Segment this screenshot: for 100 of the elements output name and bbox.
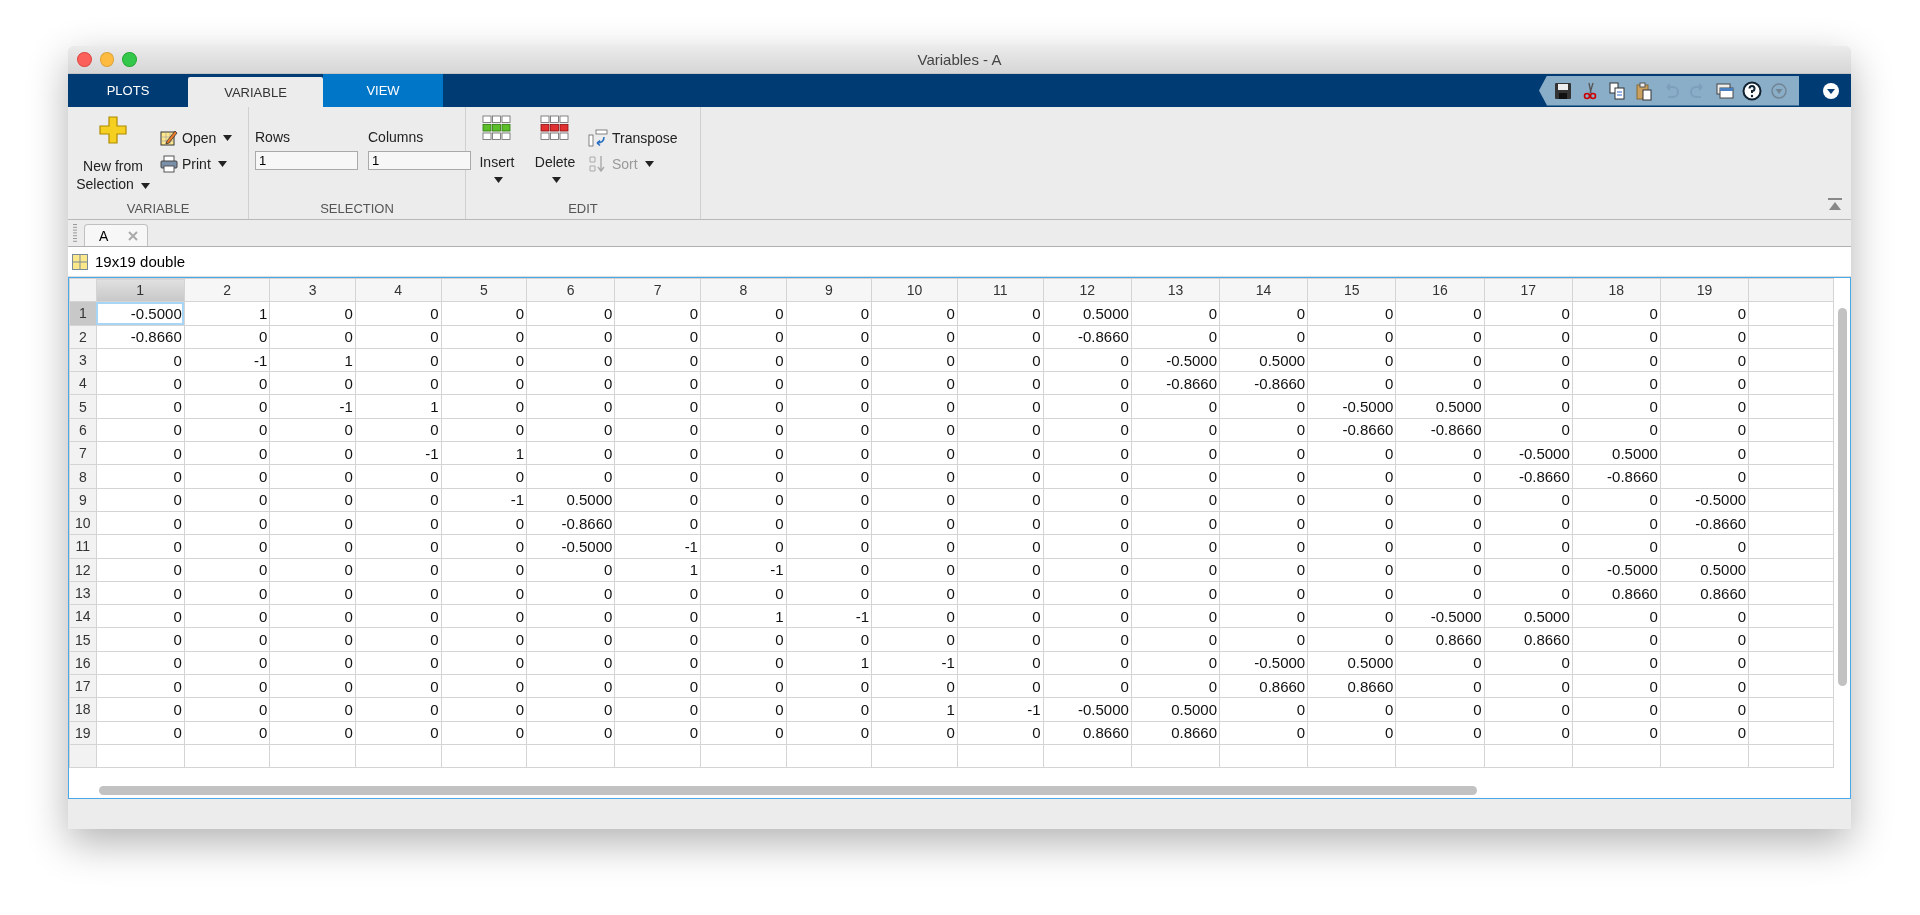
table-cell[interactable]: 0 xyxy=(1572,488,1661,512)
table-cell[interactable]: 0 xyxy=(1484,371,1573,395)
table-cell[interactable]: 0 xyxy=(1660,371,1749,395)
table-cell[interactable]: 0 xyxy=(1572,721,1661,745)
table-cell[interactable]: 0 xyxy=(1043,604,1132,628)
table-cell[interactable]: 0 xyxy=(957,534,1044,559)
open-button[interactable]: Open xyxy=(160,129,233,147)
table-cell[interactable]: 0 xyxy=(184,674,270,698)
table-cell[interactable]: 0 xyxy=(1043,674,1132,698)
table-cell[interactable]: 1 xyxy=(269,348,356,372)
table-cell[interactable]: 0.8660 xyxy=(1395,627,1485,652)
table-cell[interactable]: 0 xyxy=(1043,348,1132,372)
table-cell[interactable]: 0 xyxy=(957,348,1044,372)
vertical-scrollbar[interactable] xyxy=(1838,308,1847,686)
table-cell[interactable]: 0 xyxy=(269,301,356,326)
table-cell[interactable]: 0 xyxy=(700,464,787,489)
table-cell[interactable]: 0 xyxy=(526,464,615,489)
table-cell[interactable]: 0 xyxy=(184,534,270,559)
table-cell[interactable]: 0 xyxy=(1484,674,1573,698)
table-cell[interactable]: 0 xyxy=(614,464,701,489)
column-header[interactable]: 3 xyxy=(269,278,356,302)
table-cell[interactable]: 0 xyxy=(1219,441,1308,465)
window-icon[interactable] xyxy=(1715,80,1735,101)
table-cell[interactable]: 0 xyxy=(700,325,787,349)
table-cell[interactable]: 0 xyxy=(526,558,615,582)
table-cell[interactable]: 0 xyxy=(1307,301,1396,326)
table-cell[interactable]: 0 xyxy=(355,371,442,395)
table-cell[interactable]: 0 xyxy=(184,371,270,395)
table-cell[interactable]: 0 xyxy=(871,464,958,489)
table-cell[interactable]: 0 xyxy=(1395,464,1485,489)
table-cell[interactable]: 0 xyxy=(269,581,356,605)
table-cell[interactable]: 0 xyxy=(871,371,958,395)
table-cell[interactable]: 0 xyxy=(269,558,356,582)
table-cell[interactable]: 0 xyxy=(1572,697,1661,722)
table-cell[interactable]: 0 xyxy=(957,558,1044,582)
table-cell[interactable]: 0 xyxy=(614,348,701,372)
table-cell[interactable]: 0 xyxy=(1484,511,1573,535)
table-cell[interactable]: 0 xyxy=(700,441,787,465)
table-cell[interactable]: 0 xyxy=(96,371,185,395)
table-cell[interactable]: 0 xyxy=(269,697,356,722)
table-cell[interactable]: 0 xyxy=(269,488,356,512)
table-cell[interactable]: 0 xyxy=(184,721,270,745)
table-cell[interactable]: 0 xyxy=(957,418,1044,442)
table-cell[interactable]: 0 xyxy=(614,301,701,326)
table-cell[interactable]: 0 xyxy=(269,371,356,395)
table-cell[interactable]: 0 xyxy=(269,534,356,559)
table-cell[interactable]: 0 xyxy=(96,418,185,442)
table-cell[interactable]: 0 xyxy=(96,651,185,675)
table-cell[interactable]: -0.5000 xyxy=(96,301,185,326)
table-cell[interactable]: 0 xyxy=(786,371,872,395)
table-cell[interactable]: 0 xyxy=(871,418,958,442)
column-header[interactable]: 1 xyxy=(96,278,185,302)
row-header[interactable]: 16 xyxy=(69,651,97,675)
table-cell[interactable]: 0 xyxy=(441,581,527,605)
table-cell[interactable]: 0 xyxy=(1484,418,1573,442)
table-cell[interactable]: 0 xyxy=(441,627,527,652)
table-cell[interactable]: 0 xyxy=(184,325,270,349)
table-cell[interactable]: 0 xyxy=(957,581,1044,605)
table-cell[interactable]: 0 xyxy=(96,558,185,582)
table-cell[interactable]: 0 xyxy=(96,441,185,465)
table-cell[interactable]: 0 xyxy=(441,674,527,698)
row-header[interactable]: 12 xyxy=(69,558,97,582)
table-cell[interactable]: 0 xyxy=(957,301,1044,326)
table-cell[interactable]: 0 xyxy=(526,325,615,349)
table-cell[interactable]: 0 xyxy=(441,464,527,489)
table-cell[interactable]: 0 xyxy=(355,674,442,698)
table-cell[interactable]: 0 xyxy=(355,511,442,535)
table-cell[interactable]: 0 xyxy=(1395,581,1485,605)
table-cell[interactable]: 0 xyxy=(96,511,185,535)
table-cell[interactable]: 0 xyxy=(1043,488,1132,512)
table-cell[interactable]: 0 xyxy=(1307,558,1396,582)
column-header[interactable]: 19 xyxy=(1660,278,1749,302)
table-cell[interactable]: 0 xyxy=(269,651,356,675)
table-cell[interactable]: 0 xyxy=(1484,651,1573,675)
table-cell[interactable]: 0 xyxy=(957,674,1044,698)
table-cell[interactable]: 0 xyxy=(871,488,958,512)
table-cell[interactable]: 0 xyxy=(526,721,615,745)
table-cell[interactable]: 0 xyxy=(1043,464,1132,489)
table-cell[interactable]: 0 xyxy=(700,721,787,745)
table-cell[interactable]: 0 xyxy=(700,418,787,442)
table-cell[interactable]: 0 xyxy=(700,627,787,652)
table-cell[interactable]: 0 xyxy=(1660,395,1749,419)
table-cell[interactable]: 0 xyxy=(1572,301,1661,326)
table-cell[interactable]: 0.5000 xyxy=(1131,697,1220,722)
table-cell[interactable]: 0 xyxy=(526,371,615,395)
table-cell[interactable]: -0.8660 xyxy=(1043,325,1132,349)
table-cell[interactable]: 0 xyxy=(1131,325,1220,349)
table-cell[interactable]: 0.8660 xyxy=(1572,581,1661,605)
table-cell[interactable]: 0 xyxy=(786,534,872,559)
grip-icon[interactable] xyxy=(72,223,78,243)
table-cell[interactable]: 0 xyxy=(957,464,1044,489)
table-cell[interactable]: 0 xyxy=(184,558,270,582)
table-cell[interactable]: 0 xyxy=(1219,325,1308,349)
table-cell[interactable]: 0 xyxy=(700,301,787,326)
table-cell[interactable]: 0 xyxy=(441,348,527,372)
column-header[interactable]: 14 xyxy=(1219,278,1308,302)
table-cell[interactable]: -0.8660 xyxy=(1660,511,1749,535)
table-cell[interactable]: 0 xyxy=(441,721,527,745)
table-cell[interactable]: 0 xyxy=(1307,581,1396,605)
column-header[interactable]: 16 xyxy=(1395,278,1485,302)
